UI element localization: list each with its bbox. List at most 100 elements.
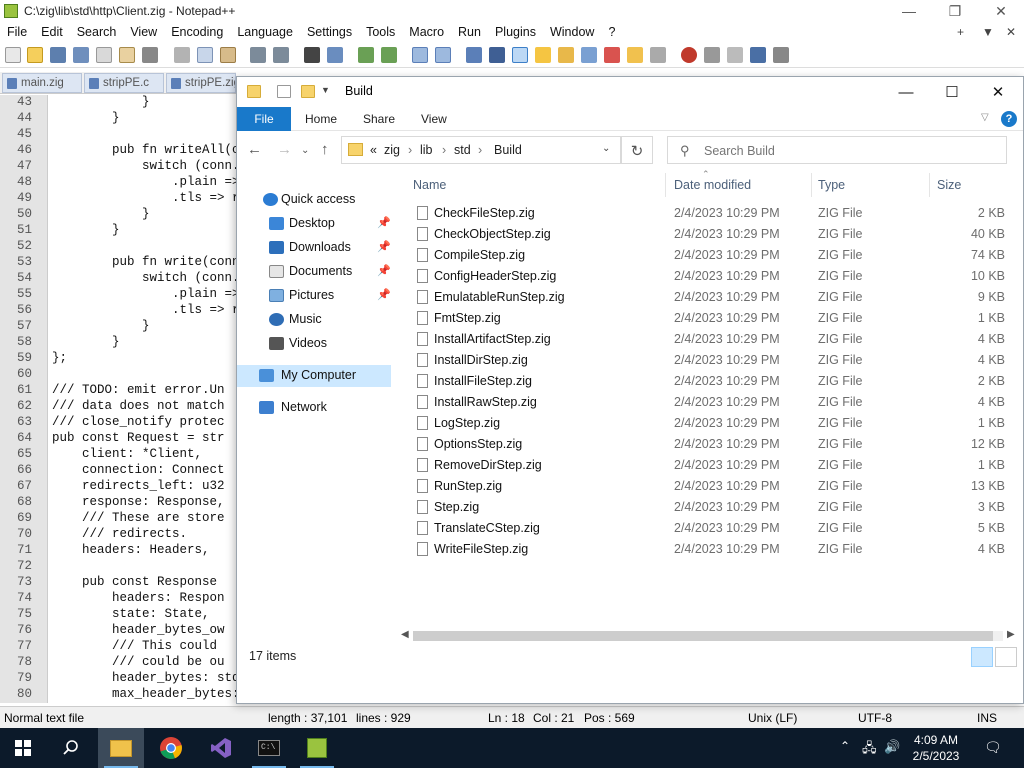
menu-edit[interactable]: Edit <box>34 22 70 42</box>
file-row[interactable]: WriteFileStep.zig 2/4/2023 10:29 PM ZIG Fi… <box>407 539 1007 560</box>
code-line[interactable]: 61 /// TODO: emit error.Un <box>0 383 236 399</box>
close-doc-icon[interactable]: ✕ <box>1006 25 1016 39</box>
code-line[interactable]: 49 .tls => ret <box>0 191 236 207</box>
paste-icon[interactable] <box>220 47 236 63</box>
column-divider[interactable] <box>929 173 930 197</box>
file-row[interactable]: RunStep.zig 2/4/2023 10:29 PM ZIG File 13 K… <box>407 476 1007 497</box>
taskbar-visual-studio[interactable] <box>198 728 244 768</box>
file-row[interactable]: RemoveDirStep.zig 2/4/2023 10:29 PM ZIG Fi… <box>407 455 1007 476</box>
ribbon-tab-view[interactable]: View <box>421 112 447 126</box>
menu-encoding[interactable]: Encoding <box>164 22 230 42</box>
menu-window[interactable]: Window <box>543 22 601 42</box>
record-macro-icon[interactable] <box>681 47 697 63</box>
scroll-thumb[interactable] <box>413 631 993 641</box>
code-line[interactable]: 68 response: Response, <box>0 495 236 511</box>
code-line[interactable]: 79 header_bytes: std.ArrayListUnmanaged(… <box>0 671 236 687</box>
file-row[interactable]: TranslateCStep.zig 2/4/2023 10:29 PM ZIG F… <box>407 518 1007 539</box>
column-date-modified[interactable]: Date modified <box>674 178 751 192</box>
doc-list-icon[interactable] <box>581 47 597 63</box>
code-line[interactable]: 50 } <box>0 207 236 223</box>
address-bar[interactable]: « zig › lib › std › Build ⌄ <box>341 136 621 164</box>
menu-settings[interactable]: Settings <box>300 22 359 42</box>
menu-language[interactable]: Language <box>230 22 300 42</box>
code-line[interactable]: 78 /// could be ou <box>0 655 236 671</box>
file-row[interactable]: CheckFileStep.zig 2/4/2023 10:29 PM ZIG Fi… <box>407 203 1007 224</box>
tab-strippe-zig[interactable]: stripPE.zig <box>166 73 236 93</box>
nav-music[interactable]: Music <box>237 309 391 331</box>
explorer-close-icon[interactable]: ✕ <box>975 77 1021 107</box>
tab-main-zig[interactable]: main.zig <box>2 73 82 93</box>
code-line[interactable]: 71 headers: Headers, <box>0 543 236 559</box>
refresh-icon[interactable]: ↻ <box>621 136 653 164</box>
large-icons-view-icon[interactable] <box>995 647 1017 667</box>
code-line[interactable]: 58 } <box>0 335 236 351</box>
file-row[interactable]: EmulatableRunStep.zig 2/4/2023 10:29 PM ZI… <box>407 287 1007 308</box>
sync-horizontal-icon[interactable] <box>435 47 451 63</box>
nav-documents[interactable]: Documents 📌 <box>237 261 391 283</box>
explorer-maximize-icon[interactable]: ☐ <box>929 77 975 107</box>
code-line[interactable]: 45 <box>0 127 236 143</box>
code-line[interactable]: 44 } <box>0 111 236 127</box>
help-icon[interactable]: ? <box>1001 111 1017 127</box>
nav-network[interactable]: Network <box>237 397 391 419</box>
recent-locations-icon[interactable]: ⌄ <box>301 145 309 156</box>
expand-ribbon-icon[interactable]: ▽ <box>981 112 989 123</box>
code-line[interactable]: 74 headers: Respon <box>0 591 236 607</box>
network-tray-icon[interactable]: 🖧 <box>862 739 877 768</box>
define-language-icon[interactable] <box>535 47 551 63</box>
file-row[interactable]: LogStep.zig 2/4/2023 10:29 PM ZIG File 1 KB <box>407 413 1007 434</box>
file-row[interactable]: CheckObjectStep.zig 2/4/2023 10:29 PM ZIG … <box>407 224 1007 245</box>
customize-toolbar-icon[interactable]: ▼ <box>321 85 330 95</box>
menu-file[interactable]: File <box>0 22 34 42</box>
new-tab-icon[interactable]: + <box>957 25 964 39</box>
menu-help[interactable]: ? <box>601 22 622 42</box>
code-line[interactable]: 57 } <box>0 319 236 335</box>
taskbar-notepadpp[interactable] <box>294 728 340 768</box>
save-icon[interactable] <box>50 47 66 63</box>
code-line[interactable]: 56 .tls => ret <box>0 303 236 319</box>
code-line[interactable]: 55 .plain => r <box>0 287 236 303</box>
breadcrumb-overflow[interactable]: « <box>370 143 377 157</box>
print-icon[interactable] <box>142 47 158 63</box>
pin-icon[interactable]: 📌 <box>377 216 391 229</box>
taskbar-chrome[interactable] <box>148 728 194 768</box>
menu-run[interactable]: Run <box>451 22 488 42</box>
code-line[interactable]: 75 state: State, <box>0 607 236 623</box>
code-line[interactable]: 51 } <box>0 223 236 239</box>
address-dropdown-icon[interactable]: ⌄ <box>602 143 610 154</box>
menu-tools[interactable]: Tools <box>359 22 402 42</box>
breadcrumb-chevron-icon[interactable]: › <box>408 143 412 157</box>
nav-downloads[interactable]: Downloads 📌 <box>237 237 391 259</box>
file-row[interactable]: InstallFileStep.zig 2/4/2023 10:29 PM ZIG … <box>407 371 1007 392</box>
code-line[interactable]: 69 /// These are store <box>0 511 236 527</box>
ribbon-tab-file[interactable]: File <box>237 107 291 131</box>
save-macro-icon[interactable] <box>773 47 789 63</box>
copy-icon[interactable] <box>197 47 213 63</box>
breadcrumb-lib[interactable]: lib <box>420 143 433 157</box>
search-box[interactable]: ⚲ <box>667 136 1007 164</box>
ribbon-tab-share[interactable]: Share <box>363 112 395 126</box>
code-line[interactable]: 62 /// data does not match <box>0 399 236 415</box>
nav-desktop[interactable]: Desktop 📌 <box>237 213 391 235</box>
word-wrap-icon[interactable] <box>466 47 482 63</box>
code-line[interactable]: 47 switch (conn.pr <box>0 159 236 175</box>
code-line[interactable]: 43 } <box>0 95 236 111</box>
pin-icon[interactable]: 📌 <box>377 240 391 253</box>
menu-search[interactable]: Search <box>70 22 124 42</box>
taskbar-command-prompt[interactable]: C:\ <box>246 728 292 768</box>
code-line[interactable]: 64 pub const Request = str <box>0 431 236 447</box>
file-row[interactable]: ConfigHeaderStep.zig 2/4/2023 10:29 PM ZIG… <box>407 266 1007 287</box>
pin-icon[interactable]: 📌 <box>377 264 391 277</box>
zoom-out-icon[interactable] <box>381 47 397 63</box>
undo-icon[interactable] <box>250 47 266 63</box>
menu-plugins[interactable]: Plugins <box>488 22 543 42</box>
explorer-minimize-icon[interactable]: — <box>883 77 929 107</box>
column-size[interactable]: Size <box>937 178 961 192</box>
tab-list-icon[interactable]: ▼ <box>982 25 994 39</box>
tray-overflow-icon[interactable]: ⌃ <box>840 739 850 768</box>
forward-icon[interactable]: → <box>277 141 292 158</box>
new-folder-icon[interactable] <box>301 85 315 98</box>
taskbar-file-explorer[interactable] <box>98 728 144 768</box>
code-line[interactable]: 65 client: *Client, <box>0 447 236 463</box>
search-taskbar-button[interactable] <box>48 728 94 768</box>
